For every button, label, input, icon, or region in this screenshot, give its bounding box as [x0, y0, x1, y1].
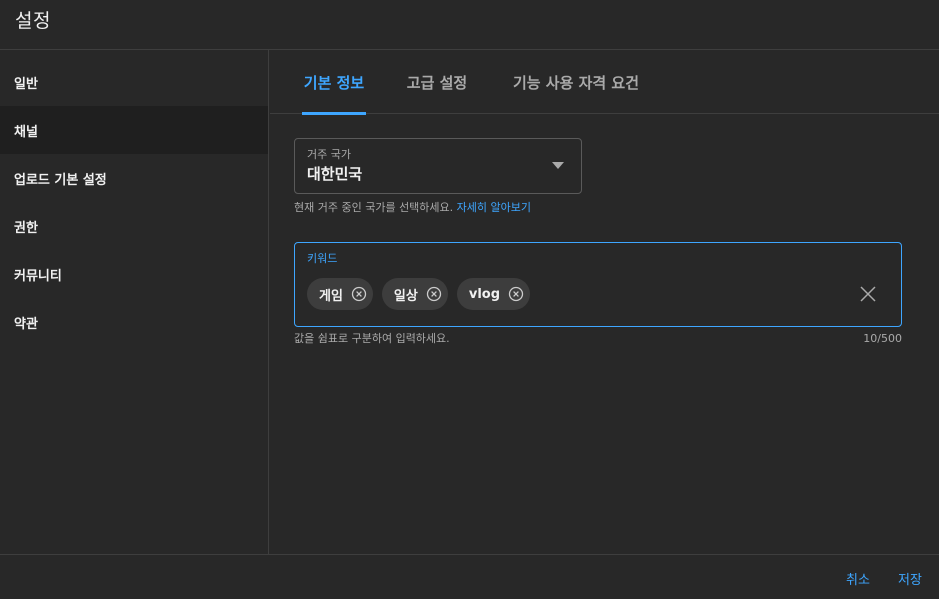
keyword-chip-label: vlog	[468, 286, 501, 302]
remove-circle-icon[interactable]	[426, 286, 442, 302]
keywords-counter: 10/500	[863, 332, 902, 345]
dialog-footer: 취소 저장	[0, 554, 939, 599]
settings-dialog: 설정 일반 채널 업로드 기본 설정 권한 커뮤니티 약관 기본 정보 고급 설…	[0, 0, 939, 599]
sidebar-item-permissions[interactable]: 권한	[0, 202, 268, 250]
sidebar-item-upload-defaults[interactable]: 업로드 기본 설정	[0, 154, 268, 202]
settings-sidebar: 일반 채널 업로드 기본 설정 권한 커뮤니티 약관	[0, 50, 269, 554]
caret-down-icon	[552, 162, 564, 169]
remove-circle-icon[interactable]	[508, 286, 524, 302]
keywords-helper-text: 값을 쉼표로 구분하여 입력하세요.	[294, 332, 450, 345]
save-button[interactable]: 저장	[898, 569, 922, 588]
dialog-header: 설정	[0, 0, 939, 50]
country-select[interactable]: 거주 국가 대한민국	[294, 138, 582, 194]
dialog-title: 설정	[15, 10, 51, 32]
keyword-chip-label: 일상	[393, 288, 418, 304]
sidebar-item-general[interactable]: 일반	[0, 58, 268, 106]
keyword-chip: vlog	[456, 278, 531, 310]
remove-circle-icon[interactable]	[351, 286, 367, 302]
keyword-chip-list: 게임 일상 vlog	[307, 278, 531, 310]
country-helper-text: 현재 거주 중인 국가를 선택하세요. 자세히 알아보기	[294, 199, 531, 215]
tab-feature-eligibility[interactable]: 기능 사용 자격 요건	[508, 50, 644, 114]
keywords-field[interactable]: 키워드 게임 일상 vlog	[294, 242, 902, 327]
close-icon[interactable]	[859, 285, 877, 303]
sidebar-item-channel[interactable]: 채널	[0, 106, 268, 154]
tab-basic-info[interactable]: 기본 정보	[302, 50, 366, 115]
country-helper-message: 현재 거주 중인 국가를 선택하세요.	[294, 201, 454, 214]
cancel-button[interactable]: 취소	[846, 569, 870, 588]
sidebar-item-terms[interactable]: 약관	[0, 298, 268, 346]
learn-more-link[interactable]: 자세히 알아보기	[457, 201, 531, 214]
country-select-label: 거주 국가	[307, 148, 351, 161]
channel-tabs: 기본 정보 고급 설정 기능 사용 자격 요건	[270, 50, 939, 115]
keyword-chip-label: 게임	[319, 288, 343, 304]
keyword-chip: 일상	[381, 278, 448, 310]
country-select-value: 대한민국	[307, 165, 363, 183]
keywords-label: 키워드	[307, 252, 338, 265]
tab-advanced-settings[interactable]: 고급 설정	[404, 50, 470, 114]
sidebar-item-community[interactable]: 커뮤니티	[0, 250, 268, 298]
keyword-chip: 게임	[307, 278, 373, 310]
